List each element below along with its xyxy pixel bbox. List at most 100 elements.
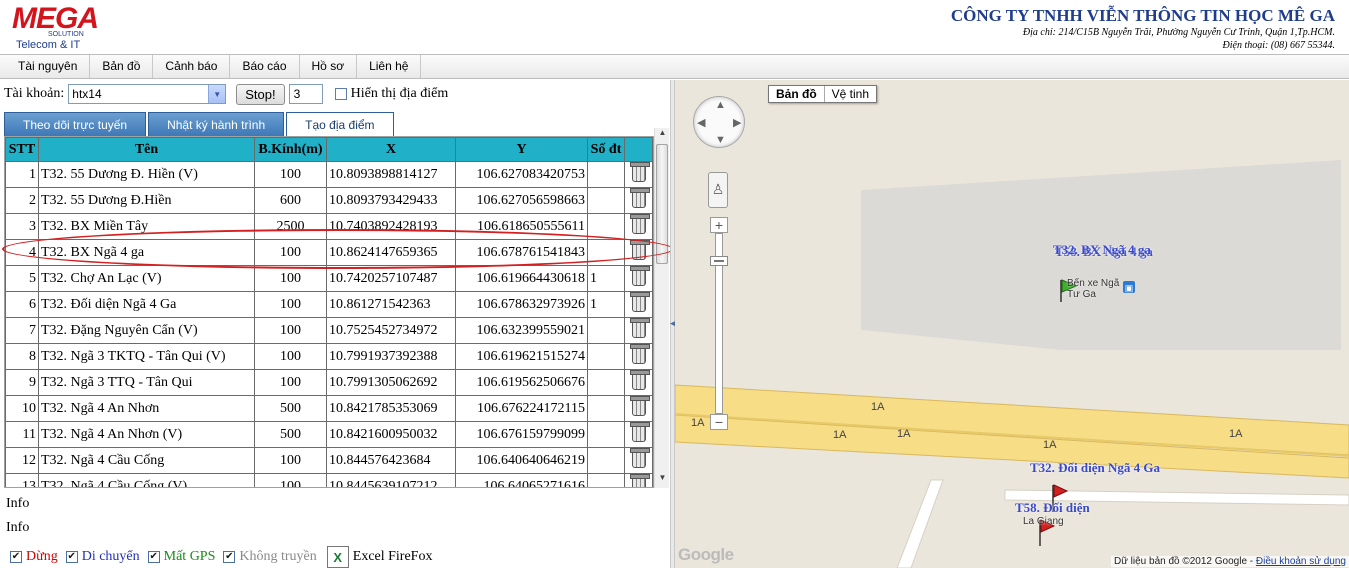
zoom-out-button[interactable]: −: [710, 414, 728, 430]
row-x: 10.8421600950032: [326, 421, 456, 448]
col-phone[interactable]: Số đt: [587, 137, 625, 162]
trash-icon[interactable]: [629, 448, 650, 468]
tab-nhat-ky[interactable]: Nhật ký hành trình: [148, 112, 285, 137]
map-type-satellite[interactable]: Vệ tinh: [825, 86, 876, 102]
menu-canh-bao[interactable]: Cảnh báo: [153, 55, 231, 78]
trash-icon[interactable]: [629, 188, 650, 208]
row-delete: [624, 395, 653, 422]
table-row[interactable]: 13 T32. Ngã 4 Cầu Cống (V) 100 10.844563910…: [5, 473, 653, 487]
zoom-slider-thumb[interactable]: [710, 256, 728, 266]
table-row[interactable]: 5 T32. Chợ An Lạc (V) 100 10.7420257107487 1…: [5, 265, 653, 292]
table-row[interactable]: 12 T32. Ngã 4 Cầu Cống 100 10.844576423684 1…: [5, 447, 653, 474]
copyright-text: Dữ liệu bản đồ ©2012 Google: [1113, 556, 1248, 567]
zoom-in-button[interactable]: +: [710, 217, 728, 233]
table-row[interactable]: 6 T32. Đối diện Ngã 4 Ga 100 10.86127154236…: [5, 291, 653, 318]
pan-up-icon[interactable]: ▲: [715, 99, 726, 111]
marker-label-t58-doi-dien[interactable]: T58. Đối diện: [1015, 500, 1090, 516]
stop-button[interactable]: Stop!: [236, 83, 285, 105]
company-phone: Điện thoại: (08) 667 55344.: [1222, 40, 1336, 51]
row-phone: [587, 213, 625, 240]
tab-tao-dia-diem[interactable]: Tạo địa điểm: [286, 112, 394, 137]
poi-la-giang: La Giang: [1023, 516, 1064, 527]
trash-icon[interactable]: [629, 318, 650, 338]
row-phone: [587, 317, 625, 344]
pan-down-icon[interactable]: ▼: [715, 134, 726, 146]
row-delete: [624, 187, 653, 214]
trash-icon[interactable]: [629, 344, 650, 364]
row-radius: 500: [254, 421, 327, 448]
scroll-down-icon[interactable]: ▼: [655, 473, 670, 488]
row-x: 10.7420257107487: [326, 265, 456, 292]
poi-bus-station: Bến xe Ngã Tư Ga: [1067, 278, 1120, 300]
trash-icon[interactable]: [629, 214, 650, 234]
table-row[interactable]: 10 T32. Ngã 4 An Nhơn 500 10.8421785353069 1…: [5, 395, 653, 422]
table-row[interactable]: 11 T32. Ngã 4 An Nhơn (V) 500 10.8421600950…: [5, 421, 653, 448]
marker-label-bx-nga4ga[interactable]: T32. BX Ngã 4 ga: [1053, 242, 1151, 258]
menu-ban-do[interactable]: Bản đồ: [90, 55, 154, 78]
row-x: 10.7403892428193: [326, 213, 456, 240]
pan-left-icon[interactable]: ◀: [697, 116, 705, 129]
trash-icon[interactable]: [629, 370, 650, 390]
count-input[interactable]: [288, 84, 323, 104]
trash-icon[interactable]: [629, 162, 650, 182]
row-phone: 1: [587, 291, 625, 318]
col-radius[interactable]: B.Kính(m): [254, 137, 327, 162]
scroll-up-icon[interactable]: ▲: [655, 128, 670, 143]
map-view[interactable]: ▣ Bản đồ Vệ tinh ▲ ▼ ◀ ▶ ♙ + − T58. BX N…: [675, 80, 1349, 568]
street-view-pegman-icon[interactable]: ♙: [708, 172, 728, 208]
row-phone: [587, 473, 625, 487]
filter-dung-checkbox[interactable]: ✔: [10, 551, 22, 563]
trash-icon[interactable]: [629, 396, 650, 416]
places-table: STT Tên B.Kính(m) X Y Số đt 1 T32. 55 Dươ…: [5, 137, 653, 487]
google-logo: Google: [678, 545, 734, 564]
row-x: 10.861271542363: [326, 291, 456, 318]
filter-di-chuyen-checkbox[interactable]: ✔: [65, 551, 78, 563]
chevron-down-icon[interactable]: ▼: [208, 85, 226, 103]
menu-bao-cao[interactable]: Báo cáo: [230, 55, 300, 78]
row-x: 10.8445639107212: [326, 473, 456, 487]
table-row[interactable]: 1 T32. 55 Dương Đ. Hiền (V) 100 10.80938988…: [5, 161, 653, 188]
col-name[interactable]: Tên: [38, 137, 255, 162]
scroll-thumb[interactable]: [656, 144, 668, 264]
marker-label-doi-dien[interactable]: T32. Đối diện Ngã 4 Ga: [1030, 460, 1160, 476]
map-canvas: ▣: [675, 80, 1349, 568]
trash-icon[interactable]: [629, 266, 650, 286]
menu-tai-nguyen[interactable]: Tài nguyên: [6, 55, 91, 78]
row-x: 10.8421785353069: [326, 395, 456, 422]
row-stt: 10: [5, 395, 39, 422]
menu-ho-so[interactable]: Hồ sơ: [300, 55, 358, 78]
trash-icon[interactable]: [629, 240, 650, 260]
road-label-1a: 1A: [1229, 428, 1243, 440]
row-name: T32. BX Miền Tây: [38, 213, 255, 240]
row-y: 106.678761541843: [455, 239, 588, 266]
table-row[interactable]: 3 T32. BX Miền Tây 2500 10.7403892428193 106…: [5, 213, 653, 240]
filter-khong-truyen-checkbox[interactable]: ✔: [223, 551, 236, 563]
row-radius: 500: [254, 395, 327, 422]
col-y[interactable]: Y: [455, 137, 588, 162]
trash-icon[interactable]: [629, 422, 650, 442]
trash-icon[interactable]: [629, 292, 650, 312]
account-select[interactable]: htx14 ▼: [68, 84, 227, 104]
grid-scrollbar[interactable]: ▲ ▼: [654, 128, 669, 488]
pan-right-icon[interactable]: ▶: [733, 116, 741, 129]
filter-mat-gps-checkbox[interactable]: ✔: [147, 551, 160, 563]
row-phone: [587, 161, 625, 188]
table-row[interactable]: 4 T32. BX Ngã 4 ga 100 10.8624147659365 106.…: [5, 239, 653, 266]
table-row[interactable]: 9 T32. Ngã 3 TTQ - Tân Qui 100 10.799130506…: [5, 369, 653, 396]
show-places-checkbox[interactable]: [334, 88, 347, 100]
trash-icon[interactable]: [629, 474, 650, 487]
table-row[interactable]: 7 T32. Đặng Nguyên Cẩn (V) 100 10.752545273…: [5, 317, 653, 344]
excel-export-link[interactable]: Excel FireFox: [353, 549, 433, 565]
table-row[interactable]: 2 T32. 55 Dương Đ.Hiền 600 10.8093793429433…: [5, 187, 653, 214]
row-phone: [587, 395, 625, 422]
pan-control[interactable]: ▲ ▼ ◀ ▶: [693, 96, 745, 148]
col-stt[interactable]: STT: [5, 137, 39, 162]
col-x[interactable]: X: [326, 137, 456, 162]
excel-icon[interactable]: X: [326, 546, 349, 568]
table-row[interactable]: 8 T32. Ngã 3 TKTQ - Tân Qui (V) 100 10.7991…: [5, 343, 653, 370]
map-type-roadmap[interactable]: Bản đồ: [769, 86, 825, 102]
row-name: T32. BX Ngã 4 ga: [38, 239, 255, 266]
tab-theo-doi[interactable]: Theo dõi trực tuyến: [4, 112, 147, 137]
menu-lien-he[interactable]: Liên hệ: [357, 55, 422, 78]
terms-link[interactable]: Điều khoản sử dụng: [1256, 556, 1346, 567]
